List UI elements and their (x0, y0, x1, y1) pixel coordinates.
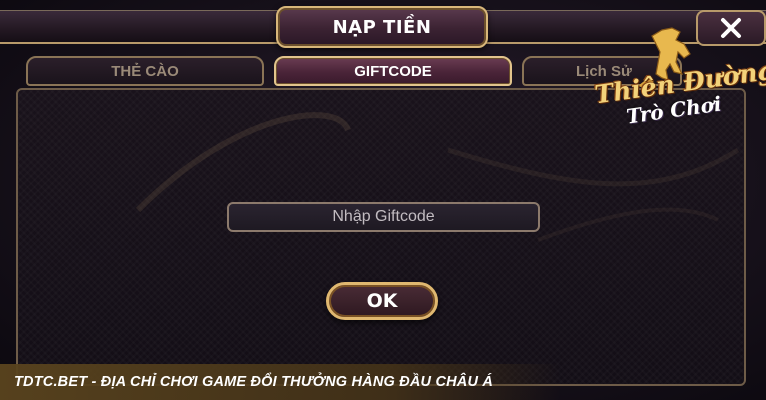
promo-ribbon: TDTC.BET - ĐỊA CHỈ CHƠI GAME ĐỔI THƯỞNG … (0, 364, 560, 400)
tab-label: THẺ CÀO (111, 62, 179, 80)
tab-giftcode[interactable]: GIFTCODE (274, 56, 512, 86)
ok-button[interactable]: OK (326, 282, 438, 320)
promo-text: TDTC.BET - ĐỊA CHỈ CHƠI GAME ĐỔI THƯỞNG … (14, 374, 494, 390)
game-screen: NẠP TIỀN THẺ CÀO GIFTCODE Lịch Sử OK Thi… (0, 0, 766, 400)
giftcode-panel (16, 88, 746, 386)
header-title-plate: NẠP TIỀN (276, 6, 488, 48)
decorative-swirl (135, 112, 740, 242)
tab-the-cao[interactable]: THẺ CÀO (26, 56, 264, 86)
page-title: NẠP TIỀN (332, 16, 432, 38)
giftcode-input[interactable] (227, 202, 540, 232)
tab-label: GIFTCODE (354, 62, 432, 80)
ok-button-label: OK (366, 290, 398, 312)
logo: Thiên Đường Trò Chơi (586, 22, 766, 130)
